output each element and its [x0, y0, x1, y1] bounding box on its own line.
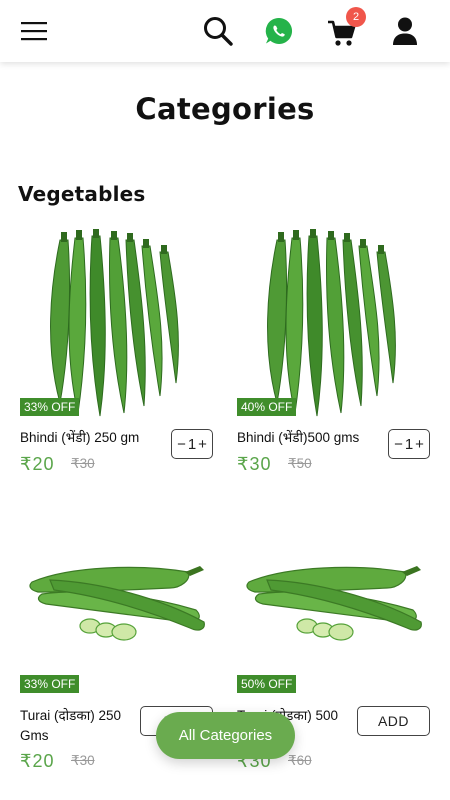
quantity-value: 1 [404, 435, 414, 453]
add-to-cart-button[interactable]: ADD [357, 706, 430, 736]
quantity-stepper[interactable]: − 1 + [171, 429, 213, 459]
product-mrp: ₹30 [71, 753, 95, 768]
discount-badge: 33% OFF [20, 675, 80, 693]
product-price: ₹20 [20, 454, 55, 474]
all-categories-button[interactable]: All Categories [156, 712, 295, 759]
search-icon[interactable] [201, 14, 235, 48]
discount-badge: 33% OFF [20, 398, 80, 416]
okra-image [50, 229, 179, 417]
product-price: ₹20 [20, 751, 55, 771]
increment-button[interactable]: + [197, 436, 208, 453]
top-app-bar: 2 [0, 0, 450, 62]
product-price: ₹30 [237, 454, 272, 474]
quantity-value: 1 [187, 435, 197, 453]
product-card[interactable]: 33% OFF Bhindi (भेंडी) 250 gm ₹20 ₹30 − … [20, 228, 220, 478]
product-name: Bhindi (भेंडी)500 gms [237, 430, 360, 445]
menu-icon[interactable] [20, 18, 48, 44]
page-title: Categories [135, 92, 315, 126]
section-title: Vegetables [18, 182, 146, 206]
cart-count-badge: 2 [346, 7, 366, 27]
quantity-stepper[interactable]: − 1 + [388, 429, 430, 459]
okra-image [267, 229, 396, 417]
increment-button[interactable]: + [414, 436, 425, 453]
product-name: Bhindi (भेंडी) 250 gm [20, 430, 140, 445]
decrement-button[interactable]: − [176, 436, 187, 453]
product-mrp: ₹50 [288, 456, 312, 471]
discount-badge: 50% OFF [237, 675, 297, 693]
product-name-line2: Gms [20, 728, 49, 743]
product-name-line1: Turai (दोडका) 250 [20, 708, 122, 723]
discount-badge: 40% OFF [237, 398, 297, 416]
user-icon[interactable] [388, 14, 422, 48]
product-mrp: ₹30 [71, 456, 95, 471]
product-mrp: ₹60 [288, 753, 312, 768]
decrement-button[interactable]: − [393, 436, 404, 453]
ridge-gourd-image [29, 566, 205, 641]
cart-button[interactable]: 2 [326, 7, 366, 50]
whatsapp-icon[interactable] [262, 14, 296, 48]
product-card[interactable]: 40% OFF Bhindi (भेंडी)500 gms ₹30 ₹50 − … [237, 228, 437, 478]
ridge-gourd-image [246, 566, 422, 641]
